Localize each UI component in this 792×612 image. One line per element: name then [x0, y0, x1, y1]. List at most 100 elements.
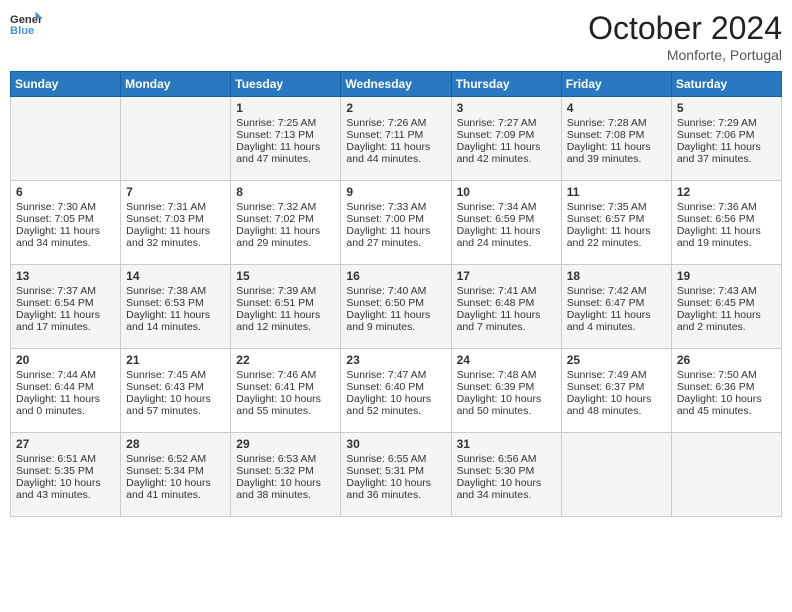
sunset-text: Sunset: 7:13 PM	[236, 129, 335, 141]
day-number: 19	[677, 269, 776, 283]
day-header-friday: Friday	[561, 72, 671, 97]
calendar-cell: 11Sunrise: 7:35 AMSunset: 6:57 PMDayligh…	[561, 181, 671, 265]
logo-icon: General Blue	[10, 10, 42, 38]
day-header-sunday: Sunday	[11, 72, 121, 97]
daylight-text: Daylight: 11 hours and 0 minutes.	[16, 393, 115, 417]
calendar-week-4: 20Sunrise: 7:44 AMSunset: 6:44 PMDayligh…	[11, 349, 782, 433]
sunset-text: Sunset: 6:51 PM	[236, 297, 335, 309]
sunset-text: Sunset: 7:00 PM	[346, 213, 445, 225]
sunrise-text: Sunrise: 7:43 AM	[677, 285, 776, 297]
sunset-text: Sunset: 5:32 PM	[236, 465, 335, 477]
day-number: 5	[677, 101, 776, 115]
sunrise-text: Sunrise: 7:37 AM	[16, 285, 115, 297]
calendar-cell: 29Sunrise: 6:53 AMSunset: 5:32 PMDayligh…	[231, 433, 341, 517]
daylight-text: Daylight: 10 hours and 45 minutes.	[677, 393, 776, 417]
sunrise-text: Sunrise: 7:48 AM	[457, 369, 556, 381]
sunrise-text: Sunrise: 6:55 AM	[346, 453, 445, 465]
sunrise-text: Sunrise: 7:29 AM	[677, 117, 776, 129]
daylight-text: Daylight: 11 hours and 17 minutes.	[16, 309, 115, 333]
day-number: 8	[236, 185, 335, 199]
svg-text:Blue: Blue	[10, 25, 34, 37]
sunset-text: Sunset: 6:36 PM	[677, 381, 776, 393]
daylight-text: Daylight: 11 hours and 4 minutes.	[567, 309, 666, 333]
calendar-cell: 8Sunrise: 7:32 AMSunset: 7:02 PMDaylight…	[231, 181, 341, 265]
daylight-text: Daylight: 10 hours and 55 minutes.	[236, 393, 335, 417]
calendar-cell: 4Sunrise: 7:28 AMSunset: 7:08 PMDaylight…	[561, 97, 671, 181]
daylight-text: Daylight: 11 hours and 2 minutes.	[677, 309, 776, 333]
sunrise-text: Sunrise: 7:25 AM	[236, 117, 335, 129]
calendar-cell: 26Sunrise: 7:50 AMSunset: 6:36 PMDayligh…	[671, 349, 781, 433]
day-number: 16	[346, 269, 445, 283]
sunrise-text: Sunrise: 7:38 AM	[126, 285, 225, 297]
header-row: SundayMondayTuesdayWednesdayThursdayFrid…	[11, 72, 782, 97]
day-number: 17	[457, 269, 556, 283]
day-number: 20	[16, 353, 115, 367]
sunrise-text: Sunrise: 7:31 AM	[126, 201, 225, 213]
daylight-text: Daylight: 10 hours and 43 minutes.	[16, 477, 115, 501]
daylight-text: Daylight: 11 hours and 37 minutes.	[677, 141, 776, 165]
calendar-cell: 9Sunrise: 7:33 AMSunset: 7:00 PMDaylight…	[341, 181, 451, 265]
sunrise-text: Sunrise: 7:44 AM	[16, 369, 115, 381]
calendar-cell: 21Sunrise: 7:45 AMSunset: 6:43 PMDayligh…	[121, 349, 231, 433]
sunrise-text: Sunrise: 7:46 AM	[236, 369, 335, 381]
calendar-cell: 25Sunrise: 7:49 AMSunset: 6:37 PMDayligh…	[561, 349, 671, 433]
day-number: 10	[457, 185, 556, 199]
daylight-text: Daylight: 11 hours and 39 minutes.	[567, 141, 666, 165]
day-number: 31	[457, 437, 556, 451]
sunset-text: Sunset: 6:37 PM	[567, 381, 666, 393]
calendar-cell: 30Sunrise: 6:55 AMSunset: 5:31 PMDayligh…	[341, 433, 451, 517]
day-number: 1	[236, 101, 335, 115]
day-number: 11	[567, 185, 666, 199]
sunset-text: Sunset: 6:43 PM	[126, 381, 225, 393]
day-number: 14	[126, 269, 225, 283]
sunset-text: Sunset: 5:35 PM	[16, 465, 115, 477]
calendar-week-1: 1 Sunrise: 7:25 AMSunset: 7:13 PM Daylight…	[11, 97, 782, 181]
location: Monforte, Portugal	[588, 47, 782, 63]
sunrise-text: Sunrise: 7:39 AM	[236, 285, 335, 297]
sunset-text: Sunset: 7:09 PM	[457, 129, 556, 141]
sunset-text: Sunset: 6:48 PM	[457, 297, 556, 309]
sunset-text: Sunset: 6:57 PM	[567, 213, 666, 225]
calendar-week-2: 6Sunrise: 7:30 AMSunset: 7:05 PMDaylight…	[11, 181, 782, 265]
logo: General Blue	[10, 10, 42, 38]
calendar-cell: 2Sunrise: 7:26 AMSunset: 7:11 PMDaylight…	[341, 97, 451, 181]
daylight-text: Daylight: 11 hours and 24 minutes.	[457, 225, 556, 249]
calendar-cell	[561, 433, 671, 517]
sunrise-text: Sunrise: 7:34 AM	[457, 201, 556, 213]
day-number: 18	[567, 269, 666, 283]
calendar-cell: 5Sunrise: 7:29 AMSunset: 7:06 PMDaylight…	[671, 97, 781, 181]
sunrise-text: Sunrise: 7:41 AM	[457, 285, 556, 297]
daylight-text: Daylight: 10 hours and 57 minutes.	[126, 393, 225, 417]
sunset-text: Sunset: 6:56 PM	[677, 213, 776, 225]
sunrise-text: Sunrise: 7:27 AM	[457, 117, 556, 129]
day-number: 23	[346, 353, 445, 367]
calendar-cell: 23Sunrise: 7:47 AMSunset: 6:40 PMDayligh…	[341, 349, 451, 433]
day-number: 6	[16, 185, 115, 199]
sunset-text: Sunset: 6:47 PM	[567, 297, 666, 309]
calendar-cell: 22Sunrise: 7:46 AMSunset: 6:41 PMDayligh…	[231, 349, 341, 433]
sunset-text: Sunset: 6:50 PM	[346, 297, 445, 309]
sunset-text: Sunset: 5:34 PM	[126, 465, 225, 477]
daylight-text: Daylight: 11 hours and 29 minutes.	[236, 225, 335, 249]
sunrise-text: Sunrise: 7:26 AM	[346, 117, 445, 129]
sunset-text: Sunset: 5:30 PM	[457, 465, 556, 477]
sunset-text: Sunset: 7:02 PM	[236, 213, 335, 225]
calendar-cell: 6Sunrise: 7:30 AMSunset: 7:05 PMDaylight…	[11, 181, 121, 265]
daylight-text: Daylight: 10 hours and 34 minutes.	[457, 477, 556, 501]
calendar-cell: 31Sunrise: 6:56 AMSunset: 5:30 PMDayligh…	[451, 433, 561, 517]
sunrise-text: Sunrise: 7:50 AM	[677, 369, 776, 381]
day-number: 15	[236, 269, 335, 283]
daylight-text: Daylight: 11 hours and 12 minutes.	[236, 309, 335, 333]
sunrise-text: Sunrise: 7:42 AM	[567, 285, 666, 297]
page-container: General Blue October 2024 Monforte, Port…	[0, 0, 792, 527]
sunset-text: Sunset: 6:40 PM	[346, 381, 445, 393]
daylight-text: Daylight: 11 hours and 19 minutes.	[677, 225, 776, 249]
sunrise-text: Sunrise: 7:40 AM	[346, 285, 445, 297]
day-header-wednesday: Wednesday	[341, 72, 451, 97]
calendar-cell: 3Sunrise: 7:27 AMSunset: 7:09 PMDaylight…	[451, 97, 561, 181]
sunrise-text: Sunrise: 6:51 AM	[16, 453, 115, 465]
day-number: 13	[16, 269, 115, 283]
sunrise-text: Sunrise: 7:45 AM	[126, 369, 225, 381]
sunset-text: Sunset: 7:08 PM	[567, 129, 666, 141]
day-number: 27	[16, 437, 115, 451]
